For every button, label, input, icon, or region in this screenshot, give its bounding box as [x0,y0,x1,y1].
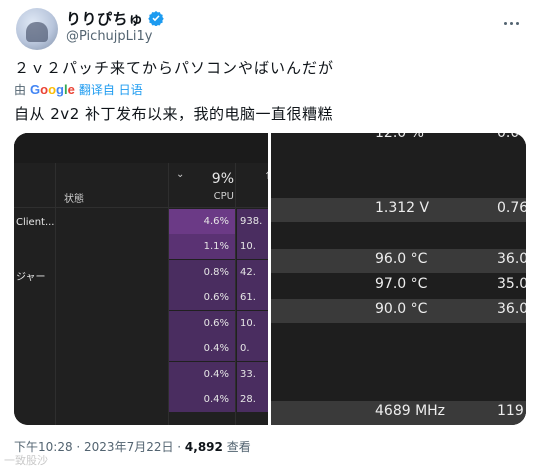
sensor-value: 12.0 % [375,133,424,141]
tweet-text: ２ｖ２パッチ来てからパソコンやばいんだが [14,59,335,77]
sensor-min-value: 36.0 [497,301,526,317]
google-logo: Google [30,82,75,97]
watermark: 一致股沙 [4,454,48,467]
process-cpu-cell[interactable]: 0.6% [169,311,235,336]
process-cpu-cell[interactable]: 0.6% [169,285,235,310]
task-manager-panel: 状態 ⌄ 9% CPU ↑ Client...4.6%938.1.1%10.ジャ… [14,133,268,425]
view-count: 4,892 [184,440,223,454]
display-name[interactable]: りりぴちゅ [66,10,144,28]
process-memory-cell[interactable]: 0. [237,336,268,361]
column-separator [235,163,236,425]
process-memory-cell[interactable]: 10. [237,311,268,336]
sensor-min-value: 35.0 [497,276,526,292]
cpu-total-percent: 9% [211,171,234,187]
avatar[interactable] [16,8,58,50]
more-options-icon[interactable] [502,10,524,25]
sensor-min-value: 0.0 [497,133,520,141]
process-cpu-cell[interactable]: 0.8% [169,260,235,285]
hardware-monitor-panel: 12.0 % 0.0 1.312 V 0.76 96.0 °C 36.0 97.0 °C 35… [271,133,526,425]
sensor-value: 96.0 °C [375,251,428,267]
process-memory-cell[interactable]: 33. [237,362,268,387]
process-cpu-cell[interactable]: 0.4% [169,336,235,361]
process-cpu-cell[interactable]: 0.4% [169,362,235,387]
process-cpu-cell[interactable]: 1.1% [169,234,235,259]
sensor-value: 4689 MHz [375,403,446,419]
tweet-meta: 下午10:28 · 2023年7月22日 · 4,892 查看 [14,438,251,455]
tweet-image[interactable]: 状態 ⌄ 9% CPU ↑ Client...4.6%938.1.1%10.ジャ… [14,133,526,425]
process-memory-cell[interactable]: 28. [237,387,268,412]
process-memory-cell[interactable]: 61. [237,285,268,310]
column-separator [55,163,56,425]
header-divider [14,207,268,208]
sensor-value: 97.0 °C [375,276,428,292]
verified-badge-icon [147,11,164,26]
translation-attribution: 由 Google 翻译自 日语 [14,81,143,98]
process-memory-cell[interactable]: 938. [237,209,268,234]
sensor-min-value: 0.76 [497,200,526,216]
sensor-value: 1.312 V [375,200,430,216]
status-column-header[interactable]: 状態 [64,190,84,205]
translated-text: 自从 2v2 补丁发布以来，我的电脑一直很糟糕 [14,105,334,123]
sensor-min-value: 119 [497,403,524,419]
process-memory-cell[interactable]: 10. [237,234,268,259]
translated-by-prefix: 由 [14,83,27,97]
sensor-min-value: 36.0 [497,251,526,267]
process-name[interactable]: Client... [16,217,55,228]
process-memory-cell[interactable]: 42. [237,260,268,285]
views-label: 查看 [222,440,251,454]
cpu-column-header[interactable]: CPU [190,191,234,202]
sort-chevron-icon: ⌄ [176,169,185,180]
display-name-row[interactable]: りりぴちゅ [66,8,164,29]
user-handle[interactable]: @PichujpLi1y [66,29,152,44]
process-name[interactable]: ジャー [16,268,46,283]
task-manager-topbar [14,133,268,163]
process-cpu-cell[interactable]: 4.6% [169,209,235,234]
translate-link[interactable]: 翻译自 日语 [79,81,143,98]
process-cpu-cell[interactable]: 0.4% [169,387,235,412]
sensor-value: 90.0 °C [375,301,428,317]
